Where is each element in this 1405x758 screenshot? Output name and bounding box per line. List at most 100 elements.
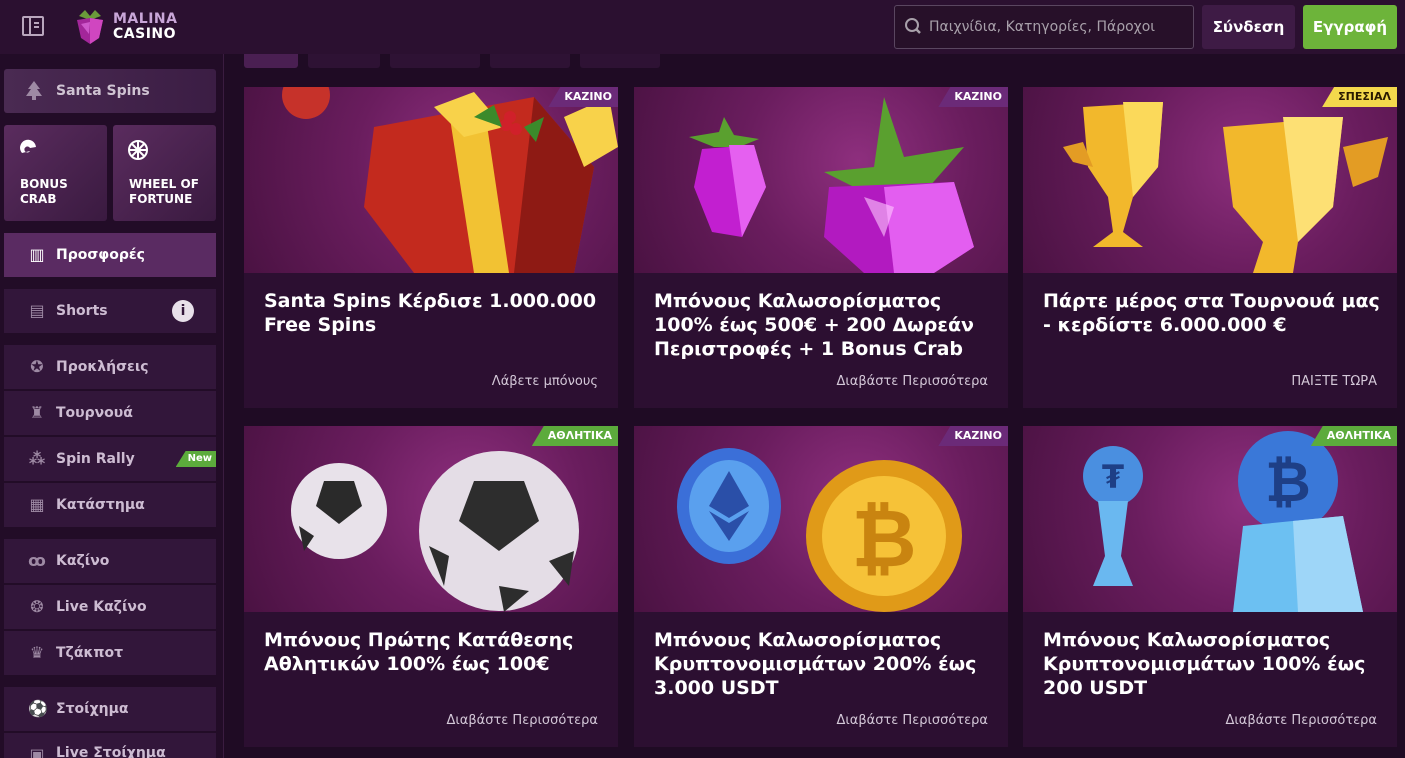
category-badge: ΚΑΖΙΝΟ — [938, 426, 1008, 446]
promo-banner — [1023, 87, 1397, 273]
gift-box-icon — [282, 87, 618, 273]
jackpot-icon: ♛ — [29, 643, 45, 662]
wheel-of-fortune-tile[interactable]: WHEEL OF FORTUNE — [113, 125, 216, 221]
gift-icon: ▥ — [29, 245, 45, 264]
logo-line-1: MALINA — [113, 11, 178, 27]
promo-title: Μπόνους Πρώτης Κατάθεσης Αθλητικών 100% … — [264, 629, 574, 675]
promo-title: Πάρτε μέρος στα Τουρνουά μας - κερδίστε … — [1043, 290, 1380, 336]
promo-title: Santa Spins Κέρδισε 1.000.000 Free Spins — [264, 290, 597, 336]
svg-text:₮: ₮ — [1102, 458, 1124, 496]
sidebar-item-label: Στοίχημα — [56, 701, 129, 717]
sidebar-toggle-icon[interactable] — [22, 16, 44, 36]
promo-banner — [634, 87, 1008, 273]
football-icon: ⚽ — [28, 699, 48, 718]
sidebar-item-live-betting[interactable]: ▣ Live Στοίχημα — [4, 733, 216, 758]
svg-text:₿: ₿ — [851, 492, 916, 585]
promo-card[interactable]: ΚΑΖΙΝΟ Μπόνους Καλωσορίσματος 100% έως 5… — [634, 87, 1008, 408]
promo-card[interactable]: ₮ ₿ ΑΘΛΗΤΙΚΑ Μπόνους Καλωσορίσματος Κρυπ… — [1023, 426, 1397, 747]
bonus-crab-line1: BONUS — [20, 177, 68, 191]
raspberry-icon — [689, 97, 974, 273]
promo-banner: ₿ — [634, 426, 1008, 612]
sidebar-item-label: Τουρνουά — [56, 405, 133, 421]
sidebar-santa-spins[interactable]: Santa Spins — [4, 69, 216, 113]
raspberry-logo-icon — [77, 10, 103, 44]
search-icon — [895, 5, 929, 49]
register-button[interactable]: Εγγραφή — [1303, 5, 1397, 49]
sidebar-item-spin-rally[interactable]: ⁂ Spin Rally New — [4, 437, 216, 481]
category-badge: ΣΠΕΣΙΑΛ — [1322, 87, 1397, 107]
top-header: MALINA CASINO Σύνδεση Εγγραφή — [0, 0, 1405, 54]
category-badge: ΚΑΖΙΝΟ — [938, 87, 1008, 107]
promo-card[interactable]: ΑΘΛΗΤΙΚΑ Μπόνους Πρώτης Κατάθεσης Αθλητι… — [244, 426, 618, 747]
site-logo[interactable]: MALINA CASINO — [75, 9, 177, 45]
store-icon: ▦ — [29, 495, 45, 514]
football-icon — [291, 451, 579, 612]
trophy-icon: ♜ — [29, 403, 45, 422]
tab[interactable] — [580, 54, 660, 68]
sidebar-item-label: Προκλήσεις — [56, 359, 149, 375]
promo-link[interactable]: Διαβάστε Περισσότερα — [1225, 713, 1377, 728]
sidebar-item-store[interactable]: ▦ Κατάστημα — [4, 483, 216, 527]
promo-link[interactable]: Διαβάστε Περισσότερα — [836, 374, 988, 389]
promo-title: Μπόνους Καλωσορίσματος 100% έως 500€ + 2… — [654, 290, 974, 360]
sidebar-item-label: Live Στοίχημα — [56, 745, 166, 758]
promo-title: Μπόνους Καλωσορίσματος Κρυπτονομισμάτων … — [654, 629, 977, 699]
svg-text:₿: ₿ — [1265, 450, 1311, 515]
logo-line-2: CASINO — [113, 26, 177, 42]
crypto-coins-icon: ₿ — [677, 448, 962, 612]
sidebar-item-challenges[interactable]: ✪ Προκλήσεις — [4, 345, 216, 389]
category-badge: ΑΘΛΗΤΙΚΑ — [531, 426, 618, 446]
promo-banner — [244, 426, 618, 612]
sidebar-item-label: Spin Rally — [56, 451, 135, 467]
category-badge: ΚΑΖΙΝΟ — [548, 87, 618, 107]
wheel-line1: WHEEL OF — [129, 177, 199, 191]
trophy-icon — [1063, 102, 1388, 273]
sidebar-item-promotions[interactable]: ▥ Προσφορές — [4, 233, 216, 277]
crypto-trophy-icon: ₮ ₿ — [1083, 431, 1363, 612]
category-badge: ΑΘΛΗΤΙΚΑ — [1310, 426, 1397, 446]
cherries-icon: ꝏ — [28, 551, 46, 570]
sidebar-item-casino[interactable]: ꝏ Καζίνο — [4, 539, 216, 583]
sidebar-item-shorts[interactable]: ▤ Shorts i — [4, 289, 216, 333]
sidebar-item-live-casino[interactable]: ❂ Live Καζίνο — [4, 585, 216, 629]
sidebar: Santa Spins BONUS CRAB WHEEL OF FORTUNE … — [0, 54, 224, 758]
bonus-crab-tile[interactable]: BONUS CRAB — [4, 125, 107, 221]
tab[interactable] — [490, 54, 570, 68]
promo-title: Μπόνους Καλωσορίσματος Κρυπτονομισμάτων … — [1043, 629, 1366, 699]
promo-link[interactable]: Λάβετε μπόνους — [492, 374, 598, 389]
sidebar-item-label: Τζάκποτ — [56, 645, 124, 661]
film-icon: ▤ — [29, 301, 45, 320]
login-button[interactable]: Σύνδεση — [1202, 5, 1295, 49]
promo-link[interactable]: Διαβάστε Περισσότερα — [836, 713, 988, 728]
sidebar-item-label: Καζίνο — [56, 553, 110, 569]
sidebar-item-jackpot[interactable]: ♛ Τζάκποτ — [4, 631, 216, 675]
rally-icon: ⁂ — [28, 449, 46, 468]
chip-icon: ❂ — [30, 597, 44, 616]
info-icon[interactable]: i — [172, 300, 194, 322]
tab[interactable] — [308, 54, 380, 68]
wheel-icon — [128, 140, 148, 160]
live-icon: ▣ — [29, 745, 45, 758]
promo-card[interactable]: ΣΠΕΣΙΑΛ Πάρτε μέρος στα Τουρνουά μας - κ… — [1023, 87, 1397, 408]
promo-card[interactable]: ₿ ΚΑΖΙΝΟ Μπόνους Καλωσορίσματος Κρυπτονο… — [634, 426, 1008, 747]
santa-spins-label: Santa Spins — [56, 83, 150, 99]
tab[interactable] — [390, 54, 480, 68]
promo-banner — [244, 87, 618, 273]
promo-card[interactable]: ΚΑΖΙΝΟ Santa Spins Κέρδισε 1.000.000 Fre… — [244, 87, 618, 408]
sidebar-item-label: Live Καζίνο — [56, 599, 147, 615]
wheel-line2: FORTUNE — [129, 192, 193, 206]
sidebar-item-label: Κατάστημα — [56, 497, 145, 513]
tab-active[interactable] — [244, 54, 298, 68]
sidebar-item-betting[interactable]: ⚽ Στοίχημα — [4, 687, 216, 731]
tree-icon — [26, 81, 42, 100]
crab-icon — [20, 139, 36, 153]
promo-link[interactable]: ΠΑΙΞΤΕ ΤΩΡΑ — [1291, 374, 1377, 389]
search-box[interactable] — [894, 5, 1194, 49]
bonus-crab-line2: CRAB — [20, 192, 57, 206]
promo-link[interactable]: Διαβάστε Περισσότερα — [446, 713, 598, 728]
promo-banner: ₮ ₿ — [1023, 426, 1397, 612]
sidebar-item-label: Προσφορές — [56, 247, 145, 263]
search-input[interactable] — [929, 19, 1185, 35]
sidebar-item-tournaments[interactable]: ♜ Τουρνουά — [4, 391, 216, 435]
new-badge: New — [175, 451, 216, 467]
